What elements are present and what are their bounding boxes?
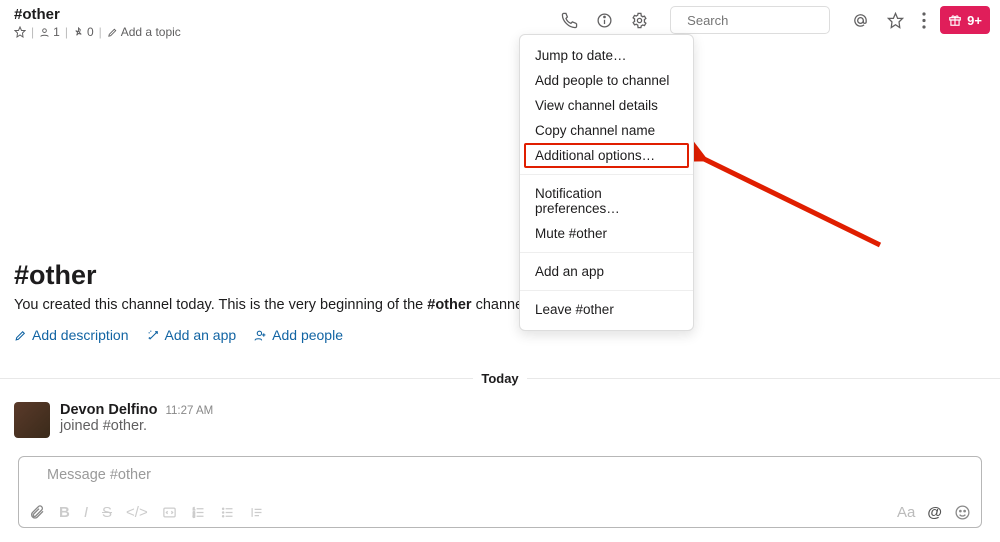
gear-icon[interactable] — [627, 8, 652, 33]
intro-text: You created this channel today. This is … — [14, 297, 986, 313]
strike-icon[interactable]: S — [102, 504, 112, 521]
menu-separator — [520, 252, 693, 253]
quote-icon[interactable] — [249, 505, 264, 520]
gift-count: 9+ — [967, 13, 982, 28]
menu-add-people[interactable]: Add people to channel — [520, 68, 693, 93]
date-divider: Today — [0, 371, 1000, 386]
wand-icon — [147, 329, 160, 342]
add-app-link[interactable]: Add an app — [147, 327, 237, 343]
attach-icon[interactable] — [29, 504, 45, 520]
pins[interactable]: 0 — [73, 25, 94, 39]
menu-mute[interactable]: Mute #other — [520, 221, 693, 246]
member-count: 1 — [53, 25, 60, 39]
avatar[interactable] — [14, 402, 50, 438]
pencil-icon — [14, 329, 27, 342]
star-icon[interactable] — [14, 26, 26, 38]
menu-add-app[interactable]: Add an app — [520, 259, 693, 284]
settings-dropdown: Jump to date… Add people to channel View… — [519, 34, 694, 331]
menu-jump-to-date[interactable]: Jump to date… — [520, 43, 693, 68]
add-people-label: Add people — [272, 327, 343, 343]
message-header: Devon Delfino 11:27 AM — [60, 402, 213, 418]
meta-sep: | — [65, 25, 68, 39]
header-right: 9+ — [557, 6, 990, 34]
channel-title[interactable]: #other — [14, 6, 557, 23]
emoji-icon[interactable] — [954, 504, 971, 521]
meta-sep: | — [99, 25, 102, 39]
message-body: Devon Delfino 11:27 AM joined #other. — [60, 402, 213, 438]
menu-leave[interactable]: Leave #other — [520, 297, 693, 322]
message-time: 11:27 AM — [165, 405, 213, 417]
composer-toolbar: B I S </> 123 Aa @ — [19, 497, 981, 527]
search-box[interactable] — [670, 6, 830, 34]
menu-additional-options[interactable]: Additional options… — [524, 143, 689, 168]
menu-notifications[interactable]: Notification preferences… — [520, 181, 693, 221]
message-composer[interactable]: Message #other B I S </> 123 Aa — [18, 456, 982, 528]
divider-line — [0, 378, 473, 379]
at-icon[interactable] — [848, 8, 873, 33]
members[interactable]: 1 — [39, 25, 60, 39]
channel-meta: | 1 | 0 | Add a topic — [14, 25, 557, 39]
intro-text-prefix: You created this channel today. This is … — [14, 297, 427, 313]
person-plus-icon — [254, 329, 267, 342]
add-people-link[interactable]: Add people — [254, 327, 343, 343]
star-outline-icon[interactable] — [883, 8, 908, 33]
search-input[interactable] — [685, 12, 865, 29]
ol-icon[interactable]: 123 — [191, 505, 206, 520]
divider-line — [527, 378, 1000, 379]
mention-icon[interactable]: @ — [927, 504, 942, 521]
divider-label: Today — [473, 371, 526, 386]
menu-separator — [520, 290, 693, 291]
message-text: joined #other. — [60, 418, 213, 434]
main-area: #other You created this channel today. T… — [0, 44, 1000, 444]
header-left: #other | 1 | 0 | Add a topic — [14, 6, 557, 39]
meta-sep: | — [31, 25, 34, 39]
italic-icon[interactable]: I — [84, 504, 88, 521]
more-icon[interactable] — [918, 8, 930, 33]
pin-count: 0 — [87, 25, 94, 39]
add-description-label: Add description — [32, 327, 129, 343]
add-app-label: Add an app — [165, 327, 237, 343]
add-topic[interactable]: Add a topic — [107, 25, 181, 39]
svg-text:3: 3 — [193, 514, 195, 518]
message-row: Devon Delfino 11:27 AM joined #other. — [0, 396, 1000, 444]
channel-intro: #other You created this channel today. T… — [0, 260, 1000, 343]
intro-title: #other — [14, 260, 986, 291]
codeblock-icon[interactable] — [162, 505, 177, 520]
phone-icon[interactable] — [557, 8, 582, 33]
add-topic-label: Add a topic — [121, 25, 181, 39]
composer-input[interactable]: Message #other — [19, 457, 981, 497]
ul-icon[interactable] — [220, 505, 235, 520]
code-icon[interactable]: </> — [126, 504, 148, 521]
gift-badge[interactable]: 9+ — [940, 6, 990, 34]
gift-icon — [948, 13, 962, 27]
add-description-link[interactable]: Add description — [14, 327, 129, 343]
message-author[interactable]: Devon Delfino — [60, 402, 157, 418]
menu-separator — [520, 174, 693, 175]
info-icon[interactable] — [592, 8, 617, 33]
menu-copy-name[interactable]: Copy channel name — [520, 118, 693, 143]
intro-text-channel: #other — [427, 297, 471, 313]
channel-header: #other | 1 | 0 | Add a topic — [0, 0, 1000, 44]
menu-view-details[interactable]: View channel details — [520, 93, 693, 118]
intro-links: Add description Add an app Add people — [14, 327, 986, 343]
bold-icon[interactable]: B — [59, 504, 70, 521]
font-icon[interactable]: Aa — [897, 504, 915, 521]
